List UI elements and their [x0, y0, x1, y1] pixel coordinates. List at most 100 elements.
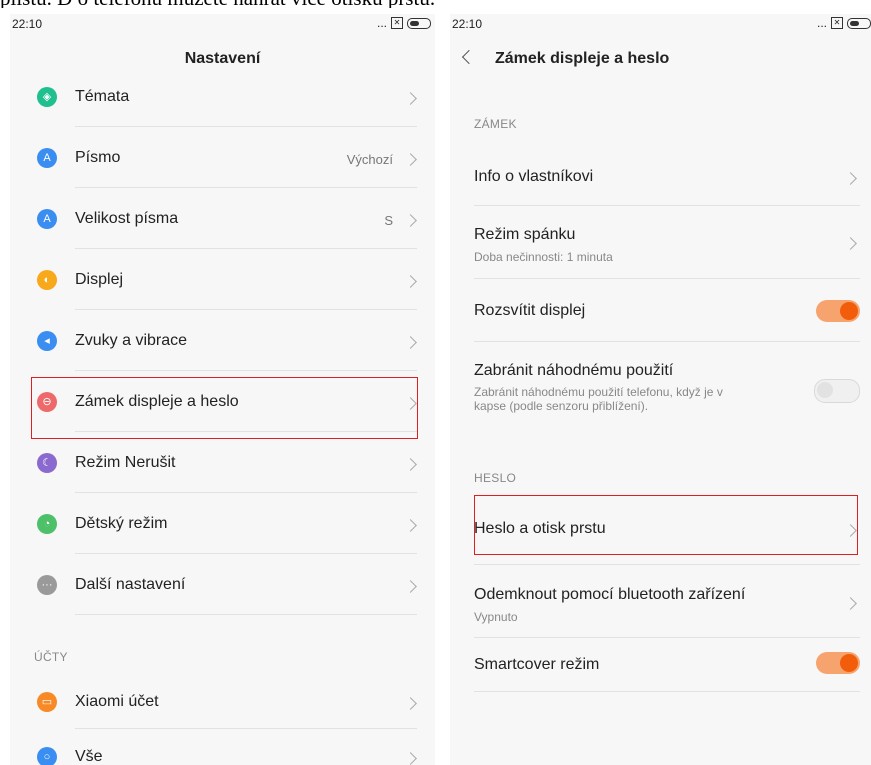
divider [474, 341, 860, 342]
bluetooth-unlock-label: Odemknout pomocí bluetooth zařízení [474, 586, 746, 603]
sleep-mode-label: Režim spánku [474, 226, 576, 243]
prevent-accidental-toggle[interactable] [814, 379, 860, 403]
child-mode-icon: ◔ [37, 514, 57, 534]
status-bar: 22:10 ... ✕ [10, 14, 435, 34]
settings-item-7[interactable]: ◔ Dětský režim [10, 496, 435, 557]
owner-info-row[interactable]: Info o vlastníkovi [450, 154, 871, 204]
divider [75, 553, 417, 554]
account-item-label: Vše [75, 748, 103, 765]
prevent-accidental-sub-1: Zabránit náhodnému použití telefonu, kdy… [474, 385, 723, 399]
sim-icon: ✕ [831, 17, 843, 29]
account-item-label: Xiaomi účet [75, 693, 159, 710]
more-icon: ... [376, 16, 387, 30]
settings-item-6[interactable]: ☾ Režim Nerušit [10, 435, 435, 496]
settings-item-3[interactable]: ◐ Displej [10, 252, 435, 313]
settings-item-label: Další nastavení [75, 576, 186, 593]
sim-icon: ✕ [391, 17, 403, 29]
wake-display-toggle[interactable] [816, 300, 860, 322]
prevent-accidental-label: Zabránit náhodnému použití [474, 362, 674, 379]
document-caption: plíštu. D o telefonu mužete nahrát více … [0, 0, 871, 8]
status-bar: 22:10 ... ✕ [450, 14, 871, 34]
settings-item-4[interactable]: ◂ Zvuky a vibrace [10, 313, 435, 374]
account-item-1[interactable]: ○ Vše [10, 733, 435, 765]
chevron-right-icon [404, 336, 417, 349]
account-item-0[interactable]: ▭ Xiaomi účet [10, 678, 435, 733]
chevron-right-icon [404, 752, 417, 765]
divider [75, 126, 417, 127]
settings-item-label: Dětský režim [75, 515, 168, 532]
status-icons: ... ✕ [817, 16, 871, 30]
wake-display-row[interactable]: Rozsvítit displej [450, 286, 871, 336]
sleep-mode-sub: Doba nečinnosti: 1 minuta [474, 250, 613, 264]
back-arrow-icon[interactable] [461, 49, 477, 65]
user-icon: ○ [37, 747, 57, 765]
divider [75, 492, 417, 493]
chevron-right-icon [404, 580, 417, 593]
status-icons: ... ✕ [377, 16, 431, 30]
toggle-knob [840, 302, 858, 320]
palette-icon: ◈ [37, 87, 57, 107]
settings-item-8[interactable]: ··· Další nastavení [10, 557, 435, 618]
settings-item-1[interactable]: A Písmo Výchozí [10, 130, 435, 191]
more-icon: ... [816, 16, 827, 30]
settings-item-2[interactable]: A Velikost písma S [10, 191, 435, 252]
battery-icon [407, 17, 431, 29]
status-time: 22:10 [12, 17, 43, 31]
settings-item-0[interactable]: ◈ Témata [10, 69, 435, 130]
battery-icon [847, 17, 871, 29]
highlight-box [474, 495, 858, 555]
prevent-accidental-row[interactable]: Zabránit náhodnému použití Zabránit náho… [450, 350, 871, 430]
divider [75, 309, 417, 310]
settings-item-label: Písmo [75, 149, 121, 166]
lock-screen-settings: 22:10 ... ✕ Zámek displeje a heslo ZÁMEK… [450, 14, 871, 765]
chevron-right-icon [404, 92, 417, 105]
smartcover-toggle[interactable] [816, 652, 860, 674]
settings-screen: 22:10 ... ✕ Nastavení ◈ Témata A Písmo Výcho… [10, 14, 435, 765]
font-size-icon: A [37, 209, 57, 229]
divider [474, 278, 860, 279]
chevron-right-icon [404, 275, 417, 288]
settings-item-value: S [384, 213, 393, 228]
divider [75, 370, 417, 371]
chevron-right-icon [404, 458, 417, 471]
section-accounts-header: ÚČTY [34, 650, 68, 664]
divider [75, 187, 417, 188]
more-icon: ··· [37, 575, 57, 595]
sleep-mode-row[interactable]: Režim spánku Doba nečinnosti: 1 minuta [450, 214, 871, 270]
smartcover-row[interactable]: Smartcover režim [450, 644, 871, 684]
chevron-right-icon [404, 697, 417, 710]
lock-header: Zámek displeje a heslo [450, 42, 871, 78]
page-title: Nastavení [184, 50, 261, 67]
chevron-right-icon [844, 597, 857, 610]
toggle-knob [840, 654, 858, 672]
chevron-right-icon [404, 519, 417, 532]
wake-display-label: Rozsvítit displej [474, 302, 586, 319]
section-lock-header: ZÁMEK [474, 117, 517, 131]
settings-item-label: Velikost písma [75, 210, 179, 227]
chevron-right-icon [844, 237, 857, 250]
settings-item-label: Témata [75, 88, 130, 105]
divider [474, 691, 860, 692]
moon-icon: ☾ [37, 453, 57, 473]
divider [75, 728, 417, 729]
chevron-right-icon [844, 172, 857, 185]
smartcover-label: Smartcover režim [474, 656, 600, 673]
bluetooth-unlock-row[interactable]: Odemknout pomocí bluetooth zařízení Vypn… [450, 572, 871, 632]
owner-info-label: Info o vlastníkovi [474, 168, 594, 185]
divider [474, 637, 860, 638]
highlight-box [31, 377, 418, 439]
bluetooth-unlock-sub: Vypnuto [474, 610, 518, 624]
chevron-right-icon [404, 214, 417, 227]
settings-item-label: Režim Nerušit [75, 454, 176, 471]
settings-item-label: Displej [75, 271, 124, 288]
settings-item-label: Zvuky a vibrace [75, 332, 188, 349]
status-time: 22:10 [452, 17, 483, 31]
chevron-right-icon [404, 153, 417, 166]
section-password-header: HESLO [474, 471, 517, 485]
divider [474, 205, 860, 206]
display-icon: ◐ [37, 270, 57, 290]
divider [474, 564, 860, 565]
sound-icon: ◂ [37, 331, 57, 351]
font-icon: A [37, 148, 57, 168]
divider [75, 614, 417, 615]
